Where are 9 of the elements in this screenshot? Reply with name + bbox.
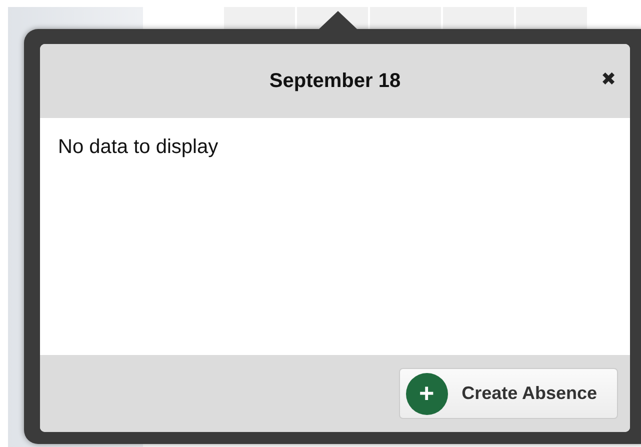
plus-icon: + (406, 372, 448, 414)
popup-title: September 18 (269, 70, 401, 92)
close-button[interactable]: ✖ (601, 70, 616, 88)
calendar-cell (516, 7, 587, 30)
calendar-cell (370, 7, 441, 30)
calendar-cell (224, 7, 295, 30)
calendar-cell (443, 7, 514, 30)
empty-message: No data to display (58, 136, 218, 158)
create-absence-button[interactable]: + Create Absence (398, 368, 618, 419)
